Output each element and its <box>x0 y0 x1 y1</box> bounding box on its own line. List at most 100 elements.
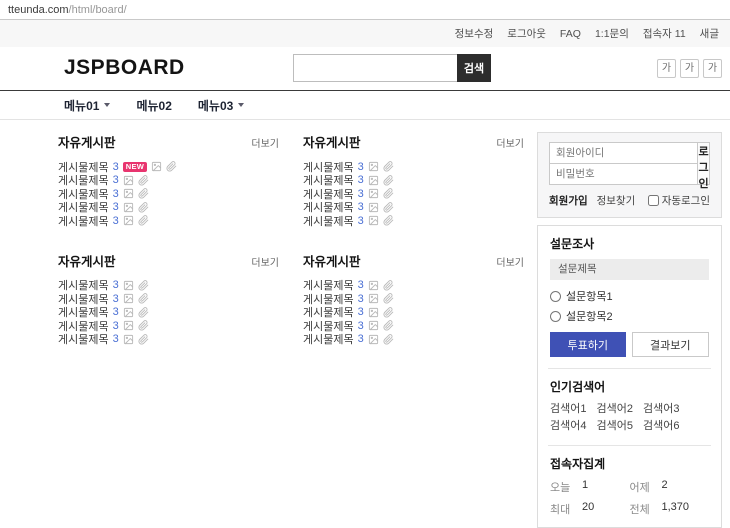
stat-value-max: 20 <box>582 501 595 513</box>
board-more-link[interactable]: 더보기 <box>496 254 524 269</box>
visitor-stats-widget: 접속자집계 오늘 1 어제 2 최대 20 전체 1,370 <box>550 455 709 517</box>
search-bar: 검색 <box>293 54 491 82</box>
photo-icon <box>368 294 378 304</box>
photo-icon <box>123 189 133 199</box>
keyword-link[interactable]: 검색어5 <box>596 419 632 434</box>
board-more-link[interactable]: 더보기 <box>251 254 279 269</box>
font-size-button-large[interactable]: 가 <box>703 59 722 78</box>
auto-login-text: 자동로그인 <box>661 195 710 207</box>
stat-label-today: 오늘 <box>550 482 571 494</box>
login-id-input[interactable] <box>549 142 698 164</box>
comment-count: 3 <box>112 306 119 319</box>
divider <box>548 445 711 446</box>
search-button[interactable]: 검색 <box>457 54 491 82</box>
board-title: 자유게시판 <box>303 254 361 269</box>
menu-item-01[interactable]: 메뉴01 <box>64 97 111 114</box>
comment-count: 3 <box>112 292 119 305</box>
utility-link-edit-info[interactable]: 정보수정 <box>448 26 501 41</box>
utility-link-inquiry[interactable]: 1:1문의 <box>588 26 636 41</box>
address-bar[interactable]: tteunda.com/html/board/ <box>0 0 730 19</box>
comment-count: 3 <box>112 174 119 187</box>
photo-icon <box>123 334 133 344</box>
comment-count: 3 <box>357 187 364 200</box>
board-title: 자유게시판 <box>58 136 116 150</box>
photo-icon <box>123 321 133 331</box>
find-info-link[interactable]: 정보찾기 <box>597 193 636 208</box>
photo-icon <box>123 175 133 185</box>
comment-count: 3 <box>357 306 364 319</box>
board-box-4: 자유게시판 더보기 게시물제목 3 게시물제목 3 게시물제목 3 게시물제목 … <box>300 251 524 347</box>
survey-subject: 설문제목 <box>550 259 709 280</box>
popular-keywords-widget: 인기검색어 검색어1 검색어2 검색어3 검색어4 검색어5 검색어6 <box>550 378 709 434</box>
comment-count: 3 <box>357 319 364 332</box>
site-logo[interactable]: JSPBOARD <box>64 56 185 80</box>
utility-link-visitors[interactable]: 접속자 11 <box>636 26 693 41</box>
comment-count: 3 <box>357 292 364 305</box>
menu-item-02[interactable]: 메뉴02 <box>136 97 171 114</box>
popular-keywords-title: 인기검색어 <box>550 380 606 394</box>
stat-value-yesterday: 2 <box>661 479 668 491</box>
auto-login-checkbox[interactable] <box>647 195 659 206</box>
menu-item-03[interactable]: 메뉴03 <box>197 97 245 114</box>
new-badge: NEW <box>122 162 148 172</box>
post-title-link[interactable]: 게시물제목 <box>303 331 354 347</box>
site-header: JSPBOARD 검색 가 가 가 <box>0 47 730 90</box>
utility-bar: 정보수정 로그아웃 FAQ 1:1문의 접속자 11 새글 <box>0 19 730 47</box>
survey-option-radio[interactable] <box>550 310 561 322</box>
signup-link[interactable]: 회원가입 <box>549 193 588 208</box>
login-password-input[interactable] <box>549 163 698 185</box>
stat-value-total: 1,370 <box>661 501 690 513</box>
photo-icon <box>368 162 378 172</box>
result-button[interactable]: 결과보기 <box>631 332 709 357</box>
post-title-link[interactable]: 게시물제목 <box>303 213 354 229</box>
keyword-link[interactable]: 검색어3 <box>643 402 679 417</box>
main-menu: 메뉴01 메뉴02 메뉴03 <box>0 90 730 120</box>
search-input[interactable] <box>293 54 457 82</box>
photo-icon <box>368 280 378 290</box>
board-box-2: 자유게시판 더보기 게시물제목 3 게시물제목 3 게시물제목 3 게시물제목 … <box>300 132 524 228</box>
comment-count: 3 <box>357 333 364 346</box>
font-size-button-medium[interactable]: 가 <box>680 59 699 78</box>
keyword-link[interactable]: 검색어2 <box>596 402 632 417</box>
photo-icon <box>368 202 378 212</box>
board-item: 게시물제목 3 <box>303 331 524 347</box>
login-button[interactable]: 로그인 <box>698 142 710 190</box>
attachment-icon <box>138 201 149 213</box>
auto-login-label[interactable]: 자동로그인 <box>647 193 710 208</box>
visitor-stats-title: 접속자집계 <box>550 457 606 471</box>
board-more-link[interactable]: 더보기 <box>496 135 524 150</box>
attachment-icon <box>383 161 394 172</box>
utility-link-new-posts[interactable]: 새글 <box>693 26 726 41</box>
menu-item-label: 메뉴01 <box>64 98 100 113</box>
board-grid: 자유게시판 더보기 게시물제목 3 NEW 게시물제목 3 게시물제목 3 게시… <box>55 132 524 346</box>
login-box: 로그인 회원가입 정보찾기 자동로그인 <box>537 132 722 218</box>
photo-icon <box>368 216 378 226</box>
survey-option-1[interactable]: 설문항목1 <box>550 288 709 304</box>
menu-item-label: 메뉴03 <box>197 98 234 113</box>
stat-label-max: 최대 <box>550 504 571 516</box>
keyword-link[interactable]: 검색어6 <box>643 419 679 434</box>
utility-link-logout[interactable]: 로그아웃 <box>500 26 553 41</box>
comment-count: 3 <box>357 174 364 187</box>
keyword-link[interactable]: 검색어1 <box>550 402 586 417</box>
photo-icon <box>123 307 133 317</box>
attachment-icon <box>138 320 149 331</box>
board-box-3: 자유게시판 더보기 게시물제목 3 게시물제목 3 게시물제목 3 게시물제목 … <box>55 251 279 347</box>
survey-option-2[interactable]: 설문항목2 <box>550 308 709 324</box>
board-box-1: 자유게시판 더보기 게시물제목 3 NEW 게시물제목 3 게시물제목 3 게시… <box>55 132 279 228</box>
keyword-link[interactable]: 검색어4 <box>550 419 586 434</box>
board-more-link[interactable]: 더보기 <box>251 135 279 150</box>
stat-label-yesterday: 어제 <box>629 482 650 494</box>
photo-icon <box>123 294 133 304</box>
vote-button[interactable]: 투표하기 <box>550 332 626 357</box>
comment-count: 3 <box>112 319 119 332</box>
utility-link-faq[interactable]: FAQ <box>553 28 588 40</box>
post-title-link[interactable]: 게시물제목 <box>58 213 109 229</box>
font-size-button-small[interactable]: 가 <box>657 59 676 78</box>
survey-option-radio[interactable] <box>550 290 561 302</box>
post-title-link[interactable]: 게시물제목 <box>58 331 109 347</box>
photo-icon <box>368 321 378 331</box>
attachment-icon <box>383 188 394 199</box>
divider <box>548 368 711 369</box>
sidebar-widgets: 설문조사 설문제목 설문항목1 설문항목2 투표하기 결과보기 인기검색어 검색… <box>537 225 722 528</box>
